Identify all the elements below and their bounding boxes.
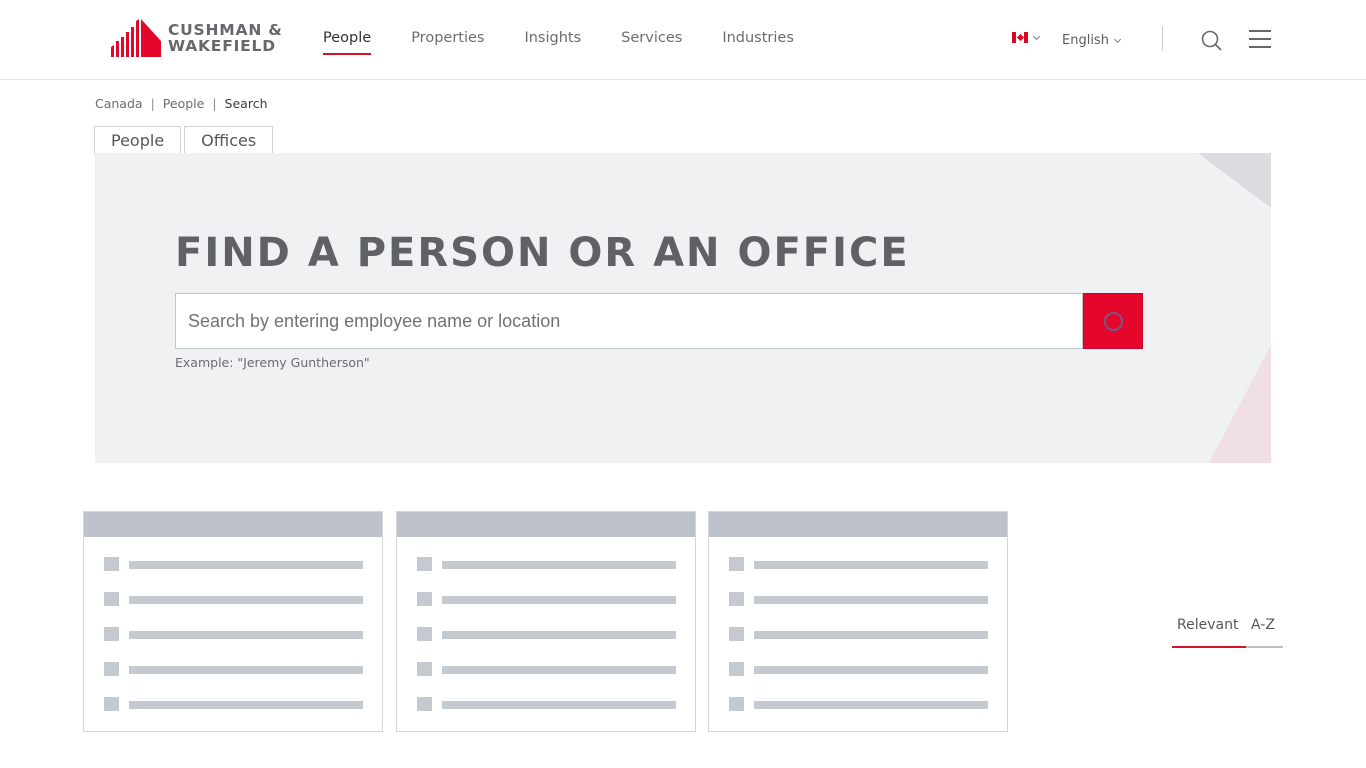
skeleton-line [129, 561, 363, 569]
skeleton-avatar [104, 557, 119, 571]
skeleton-line [129, 666, 363, 674]
nav-industries[interactable]: Industries [722, 30, 794, 54]
search-example-hint: Example: "Jeremy Guntherson" [175, 355, 370, 370]
skeleton-line [754, 561, 988, 569]
search-submit-button[interactable] [1083, 293, 1143, 349]
skeleton-avatar [729, 627, 744, 641]
skeleton-row [417, 662, 677, 676]
skeleton-row [729, 557, 989, 571]
country-selector[interactable] [1012, 32, 1041, 43]
skeleton-row [104, 697, 364, 711]
skeleton-line [442, 666, 676, 674]
logo-line-2: WAKEFIELD [168, 37, 276, 55]
breadcrumb-separator: | [212, 96, 217, 111]
skeleton-avatar [729, 557, 744, 571]
breadcrumb-people[interactable]: People [163, 96, 205, 111]
skeleton-row [104, 627, 364, 641]
loading-spinner-icon [1103, 311, 1123, 331]
language-label: English [1062, 33, 1109, 48]
skeleton-card-header [709, 512, 1007, 537]
skeleton-row [417, 557, 677, 571]
skeleton-line [754, 666, 988, 674]
search-icon [1201, 30, 1222, 51]
skeleton-row [729, 627, 989, 641]
skeleton-row [417, 697, 677, 711]
skeleton-avatar [417, 662, 432, 676]
nav-people[interactable]: People [323, 30, 372, 55]
skeleton-line [442, 596, 676, 604]
skeleton-card-header [397, 512, 695, 537]
breadcrumb-canada[interactable]: Canada [95, 96, 143, 111]
people-search-input[interactable] [176, 294, 1082, 348]
skeleton-row [729, 697, 989, 711]
skeleton-avatar [729, 662, 744, 676]
menu-bar [1249, 46, 1271, 48]
canada-flag-icon [1012, 32, 1028, 43]
company-logo[interactable]: CUSHMAN & WAKEFIELD [111, 18, 286, 58]
skeleton-row [417, 592, 677, 606]
tab-people[interactable]: People [94, 126, 182, 154]
menu-bar [1249, 38, 1271, 40]
nav-services[interactable]: Services [621, 30, 682, 54]
header-divider [1162, 26, 1163, 51]
skeleton-line [442, 631, 676, 639]
skeleton-card [708, 511, 1008, 732]
breadcrumb-search: Search [224, 96, 268, 111]
sort-relevant[interactable]: Relevant [1177, 617, 1238, 633]
chevron-down-icon [1113, 35, 1121, 43]
decorative-corner-pink [1209, 345, 1271, 463]
skeleton-avatar [104, 662, 119, 676]
sort-toggle: Relevant A-Z [1172, 617, 1283, 649]
chevron-down-icon [1032, 32, 1041, 40]
nav-properties[interactable]: Properties [411, 30, 484, 54]
breadcrumb-separator: | [150, 96, 155, 111]
skeleton-row [417, 627, 677, 641]
hamburger-menu-button[interactable] [1249, 30, 1271, 50]
page-title: FIND A PERSON OR AN OFFICE [175, 230, 910, 276]
skeleton-line [754, 631, 988, 639]
skeleton-line [129, 596, 363, 604]
site-header: CUSHMAN & WAKEFIELD People Properties In… [0, 0, 1366, 80]
skeleton-row [104, 557, 364, 571]
skeleton-row [104, 662, 364, 676]
sort-inactive-indicator [1246, 646, 1283, 648]
skeleton-line [129, 701, 363, 709]
language-selector[interactable]: English [1062, 33, 1121, 48]
skeleton-line [442, 561, 676, 569]
skeleton-row [729, 662, 989, 676]
skeleton-avatar [417, 592, 432, 606]
skeleton-row [104, 592, 364, 606]
skeleton-card [83, 511, 383, 732]
nav-insights[interactable]: Insights [524, 30, 581, 54]
skeleton-line [442, 701, 676, 709]
logo-building-icon [111, 19, 161, 57]
breadcrumb: Canada | People | Search [95, 96, 268, 111]
logo-wordmark: CUSHMAN & WAKEFIELD [168, 22, 283, 54]
skeleton-avatar [729, 592, 744, 606]
header-search-button[interactable] [1200, 29, 1224, 53]
main-nav: People Properties Insights Services Indu… [323, 30, 834, 55]
skeleton-avatar [417, 557, 432, 571]
skeleton-line [754, 596, 988, 604]
skeleton-avatar [104, 592, 119, 606]
search-type-tabs: People Offices [94, 126, 276, 154]
sort-a-z[interactable]: A-Z [1251, 617, 1275, 633]
skeleton-avatar [417, 627, 432, 641]
skeleton-avatar [104, 627, 119, 641]
search-hero: FIND A PERSON OR AN OFFICE Example: "Jer… [95, 153, 1271, 463]
decorative-corner-grey [1198, 153, 1271, 208]
skeleton-card-header [84, 512, 382, 537]
tab-offices[interactable]: Offices [184, 126, 274, 154]
skeleton-row [729, 592, 989, 606]
sort-active-indicator [1172, 646, 1246, 648]
skeleton-line [754, 701, 988, 709]
menu-bar [1249, 30, 1271, 32]
skeleton-card [396, 511, 696, 732]
skeleton-avatar [729, 697, 744, 711]
search-field-wrapper [175, 293, 1083, 349]
skeleton-avatar [104, 697, 119, 711]
skeleton-avatar [417, 697, 432, 711]
skeleton-line [129, 631, 363, 639]
logo-line-1: CUSHMAN & [168, 21, 283, 39]
